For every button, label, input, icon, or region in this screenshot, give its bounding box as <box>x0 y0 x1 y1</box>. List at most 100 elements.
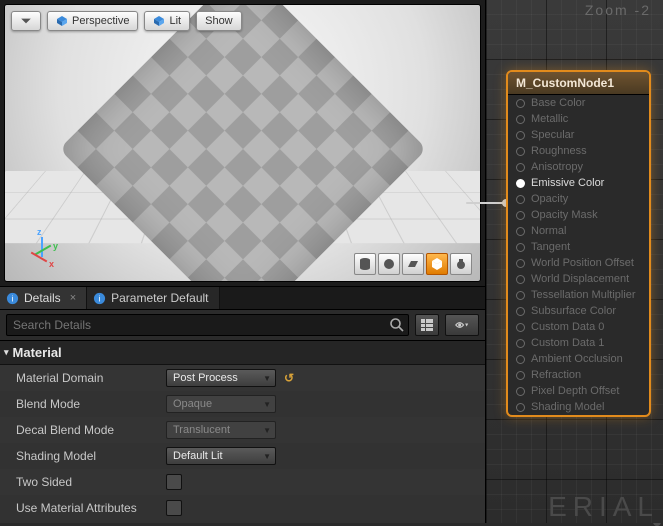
axis-gizmo: z y x <box>19 227 63 271</box>
pin-shading-model[interactable]: Shading Model <box>508 399 649 415</box>
pin-socket-icon <box>516 195 525 204</box>
axis-x-label: x <box>49 259 54 269</box>
zoom-label: Zoom -2 <box>585 2 651 18</box>
pin-label: Custom Data 0 <box>531 321 604 333</box>
pin-world-position-offset[interactable]: World Position Offset <box>508 255 649 271</box>
pin-socket-icon <box>516 307 525 316</box>
pin-ambient-occlusion[interactable]: Ambient Occlusion <box>508 351 649 367</box>
pin-socket-icon <box>516 163 525 172</box>
pin-specular[interactable]: Specular <box>508 127 649 143</box>
pin-pixel-depth-offset[interactable]: Pixel Depth Offset <box>508 383 649 399</box>
pin-socket-icon <box>516 339 525 348</box>
graph-watermark: ERIAL <box>548 491 659 523</box>
pin-tessellation-multiplier[interactable]: Tessellation Multiplier <box>508 287 649 303</box>
material-domain-dropdown[interactable]: Post Process▼ <box>166 369 276 387</box>
primitive-teapot-button[interactable] <box>450 253 472 275</box>
pin-emissive-color[interactable]: Emissive Color <box>508 175 649 191</box>
pin-socket-icon <box>516 115 525 124</box>
perspective-button[interactable]: Perspective <box>47 11 138 31</box>
two-sided-label: Two Sided <box>16 475 166 489</box>
material-graph[interactable]: Zoom -2 M_CustomNode1 Base ColorMetallic… <box>485 0 663 523</box>
shading-model-label: Shading Model <box>16 449 166 463</box>
pin-socket-icon <box>516 179 525 188</box>
use-material-attributes-checkbox[interactable] <box>166 500 182 516</box>
pin-label: Emissive Color <box>531 177 604 189</box>
svg-text:i: i <box>12 293 14 303</box>
pin-label: Metallic <box>531 113 568 125</box>
pin-label: Roughness <box>531 145 587 157</box>
shading-model-value: Default Lit <box>173 450 223 462</box>
lit-button[interactable]: Lit <box>144 11 190 31</box>
pin-opacity[interactable]: Opacity <box>508 191 649 207</box>
two-sided-checkbox[interactable] <box>166 474 182 490</box>
axis-y-label: y <box>53 241 58 251</box>
pin-base-color[interactable]: Base Color <box>508 95 649 111</box>
pin-anisotropy[interactable]: Anisotropy <box>508 159 649 175</box>
svg-text:i: i <box>99 293 101 303</box>
reset-to-default-button[interactable]: ↺ <box>284 371 294 385</box>
blend-mode-dropdown: Opaque▼ <box>166 395 276 413</box>
pin-label: Base Color <box>531 97 585 109</box>
primitive-shape-toolbar <box>354 253 472 275</box>
pin-label: Anisotropy <box>531 161 583 173</box>
pin-tangent[interactable]: Tangent <box>508 239 649 255</box>
pin-custom-data-1[interactable]: Custom Data 1 <box>508 335 649 351</box>
use-material-attributes-label: Use Material Attributes <box>16 501 166 515</box>
category-material[interactable]: ▾ Material <box>0 341 485 365</box>
close-icon[interactable]: × <box>70 292 76 304</box>
pin-opacity-mask[interactable]: Opacity Mask <box>508 207 649 223</box>
pin-refraction[interactable]: Refraction <box>508 367 649 383</box>
view-options-button[interactable] <box>445 314 479 336</box>
pin-socket-icon <box>516 131 525 140</box>
blend-mode-value: Opaque <box>173 398 212 410</box>
pin-socket-icon <box>516 403 525 412</box>
pin-socket-icon <box>516 387 525 396</box>
show-label: Show <box>205 15 233 27</box>
pin-label: Ambient Occlusion <box>531 353 623 365</box>
graph-wire <box>466 202 506 204</box>
pin-label: World Displacement <box>531 273 629 285</box>
pin-label: Normal <box>531 225 566 237</box>
pin-metallic[interactable]: Metallic <box>508 111 649 127</box>
pin-label: Specular <box>531 129 574 141</box>
pin-label: Custom Data 1 <box>531 337 604 349</box>
pin-socket-icon <box>516 323 525 332</box>
search-input[interactable] <box>6 314 409 336</box>
pin-socket-icon <box>516 259 525 268</box>
viewport-menu-toggle[interactable] <box>11 11 41 31</box>
pin-roughness[interactable]: Roughness <box>508 143 649 159</box>
primitive-sphere-button[interactable] <box>378 253 400 275</box>
pin-custom-data-0[interactable]: Custom Data 0 <box>508 319 649 335</box>
tab-details[interactable]: i Details × <box>0 287 87 309</box>
pin-normal[interactable]: Normal <box>508 223 649 239</box>
pin-subsurface-color[interactable]: Subsurface Color <box>508 303 649 319</box>
perspective-label: Perspective <box>72 15 129 27</box>
show-button[interactable]: Show <box>196 11 242 31</box>
property-matrix-button[interactable] <box>415 314 439 336</box>
decal-blend-mode-dropdown: Translucent▼ <box>166 421 276 439</box>
material-result-node[interactable]: M_CustomNode1 Base ColorMetallicSpecular… <box>506 70 651 417</box>
chevron-down-icon: ▾ <box>4 347 9 358</box>
material-domain-value: Post Process <box>173 372 238 384</box>
category-material-label: Material <box>13 345 62 360</box>
decal-blend-mode-label: Decal Blend Mode <box>16 423 166 437</box>
blend-mode-label: Blend Mode <box>16 397 166 411</box>
primitive-plane-button[interactable] <box>402 253 424 275</box>
pin-label: Opacity <box>531 193 568 205</box>
tab-parameter-defaults[interactable]: i Parameter Default <box>87 287 219 309</box>
pin-label: Shading Model <box>531 401 604 413</box>
material-domain-label: Material Domain <box>16 371 166 385</box>
pin-socket-icon <box>516 227 525 236</box>
pin-socket-icon <box>516 275 525 284</box>
panel-tabs: i Details × i Parameter Default <box>0 286 485 310</box>
shading-model-dropdown[interactable]: Default Lit▼ <box>166 447 276 465</box>
primitive-cube-button[interactable] <box>426 253 448 275</box>
material-preview-viewport[interactable]: Perspective Lit Show z y x <box>4 4 481 282</box>
pin-socket-icon <box>516 99 525 108</box>
search-details-box <box>6 314 409 336</box>
pin-world-displacement[interactable]: World Displacement <box>508 271 649 287</box>
pin-label: World Position Offset <box>531 257 634 269</box>
primitive-cylinder-button[interactable] <box>354 253 376 275</box>
pin-label: Refraction <box>531 369 581 381</box>
pin-label: Pixel Depth Offset <box>531 385 619 397</box>
